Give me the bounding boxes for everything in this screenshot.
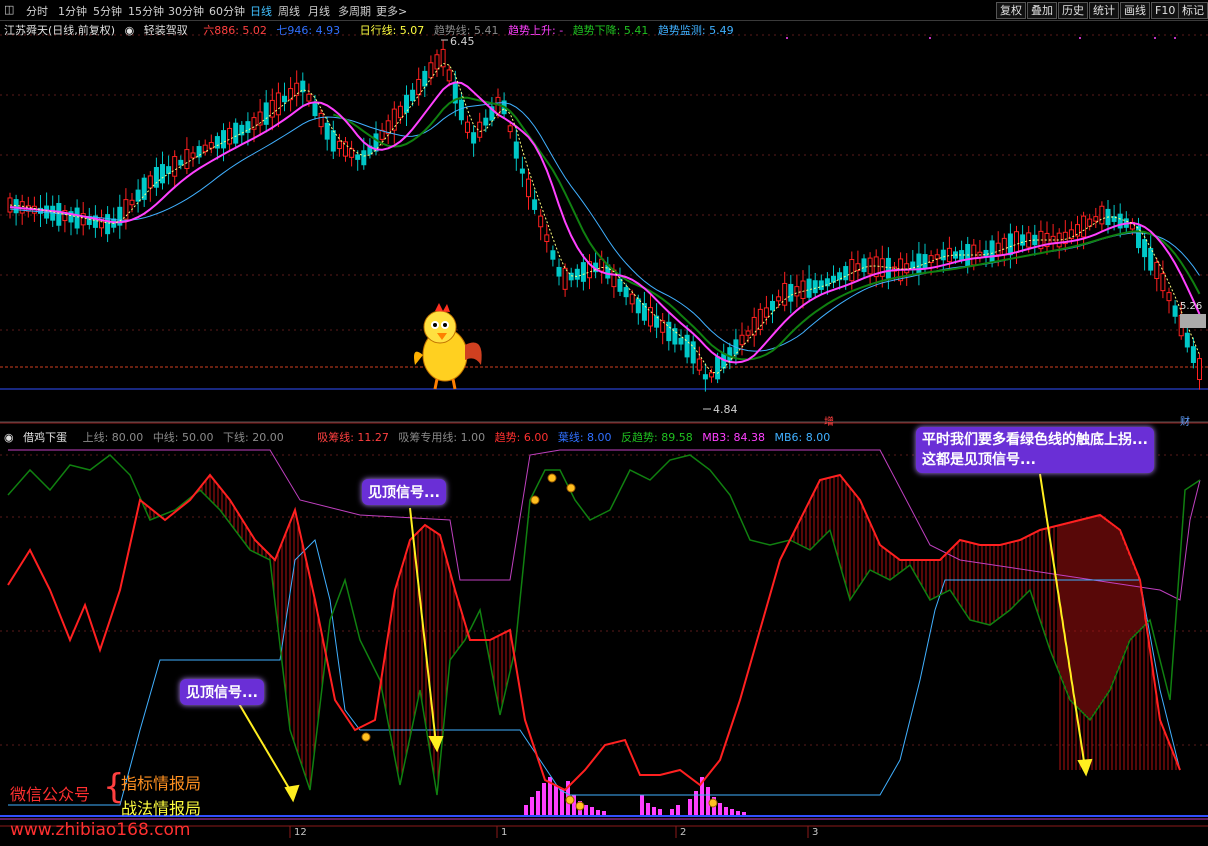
time-axis-label: 12	[294, 827, 307, 838]
time-axis-label: 3	[812, 827, 819, 838]
advice-callout: 平时我们要多看绿色线的触底上拐... 这都是见顶信号...	[916, 427, 1154, 473]
wechat-account-1: 指标情报局	[121, 774, 202, 793]
rooster-mascot-icon	[414, 303, 482, 390]
wechat-label: 微信公众号	[10, 785, 91, 804]
website-watermark[interactable]: www.zhibiao168.com	[10, 820, 190, 840]
top-signal-callout: 见顶信号...	[180, 679, 264, 705]
wechat-account-2: 战法情报局	[121, 799, 202, 818]
top-signal-callout: 见顶信号...	[362, 479, 446, 505]
high-price-label: 6.45	[450, 35, 475, 48]
advice-line: 这都是见顶信号...	[922, 452, 1036, 468]
price-tag-box	[1180, 314, 1206, 328]
time-axis-label: 2	[680, 827, 687, 838]
low-price-label: 4.84	[713, 403, 738, 416]
event-marker[interactable]: 增	[824, 413, 834, 428]
time-axis-label: 1	[501, 827, 508, 838]
chart-canvas[interactable]	[0, 0, 1208, 846]
advice-line: 平时我们要多看绿色线的触底上拐...	[922, 432, 1148, 448]
price-marker-label: 5.26	[1180, 301, 1203, 312]
event-marker[interactable]: 财	[1180, 413, 1190, 428]
